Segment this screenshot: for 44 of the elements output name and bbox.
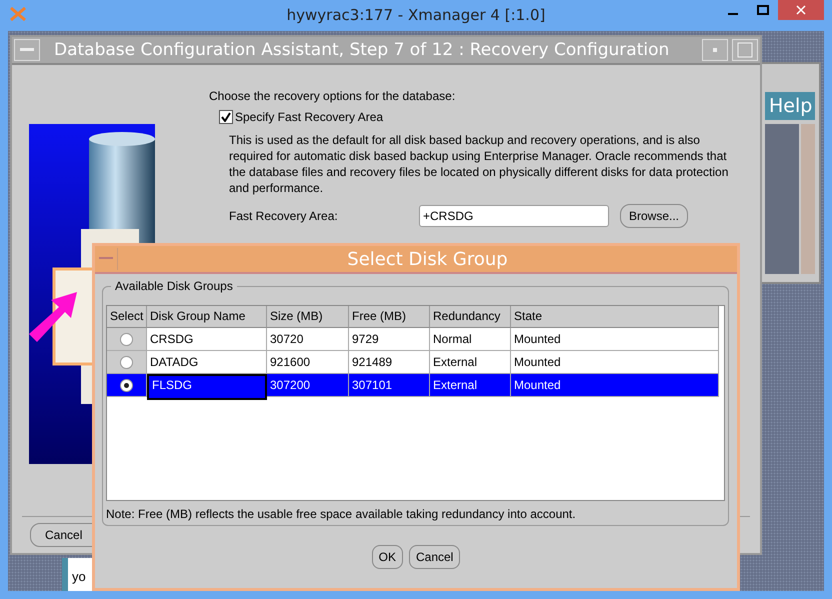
column-header: Free (MB): [349, 306, 430, 328]
dash-icon: [20, 48, 34, 52]
radio-button[interactable]: [120, 332, 133, 346]
x-logo-icon: [10, 7, 26, 21]
column-header: Select: [107, 306, 147, 328]
radio-button[interactable]: [120, 378, 133, 392]
column-header: State: [511, 306, 719, 328]
text-fragment: yo: [62, 558, 92, 591]
dialog-title: Select Disk Group: [346, 248, 509, 270]
field-label: Fast Recovery Area:: [229, 209, 339, 223]
window-title: hywyrac3:177 - Xmanager 4 [:1.0]: [286, 6, 546, 24]
table-cell: Normal: [430, 328, 511, 351]
close-icon: [796, 5, 806, 15]
checkbox[interactable]: [219, 110, 233, 124]
description-text: This is used as the default for all disk based backup and recovery operations, and is also required for automatic disk based backup using Enterprise Manager. Oracle recommends that the database files and recovery files be located on physically different disks for data protection and performance.: [229, 132, 730, 196]
table-cell: 9729: [349, 328, 430, 351]
browse-button[interactable]: Browse...: [620, 204, 688, 228]
table-cell: External: [430, 374, 511, 397]
table-cell: Mounted: [511, 328, 719, 351]
table-cell: 307101: [349, 374, 430, 397]
scrollbar[interactable]: [801, 124, 815, 274]
checkbox-label: Specify Fast Recovery Area: [235, 110, 384, 124]
note-text: Note: Free (MB) reflects the usable free space available taking redundancy into account.: [106, 507, 577, 521]
cancel-button[interactable]: Cancel: [408, 545, 460, 569]
column-header: Disk Group Name: [147, 306, 267, 328]
table-cell: FLSDG: [147, 374, 267, 400]
group-label: Available Disk Groups: [111, 279, 237, 293]
intro-text: Choose the recovery options for the database:: [209, 89, 456, 103]
close-button[interactable]: [778, 0, 824, 20]
table-cell: CRSDG: [147, 328, 267, 351]
recovery-area-field[interactable]: +CRSDG: [419, 205, 609, 227]
ok-button[interactable]: OK: [372, 545, 403, 569]
assistant-title: Database Configuration Assistant, Step 7 of 12 : Recovery Configuration: [53, 40, 670, 60]
minimize-icon: [728, 13, 738, 15]
help-button[interactable]: Help: [765, 92, 815, 120]
table-cell: 307200: [267, 374, 349, 397]
radio-button[interactable]: [120, 356, 133, 368]
square-icon: [737, 42, 753, 58]
table-cell: Mounted: [511, 374, 719, 397]
table-cell: 30720: [267, 328, 349, 351]
dash-icon: [99, 257, 113, 261]
maximize-icon: [757, 5, 769, 15]
column-header: Redundancy: [430, 306, 511, 328]
column-header: Size (MB): [267, 306, 349, 328]
